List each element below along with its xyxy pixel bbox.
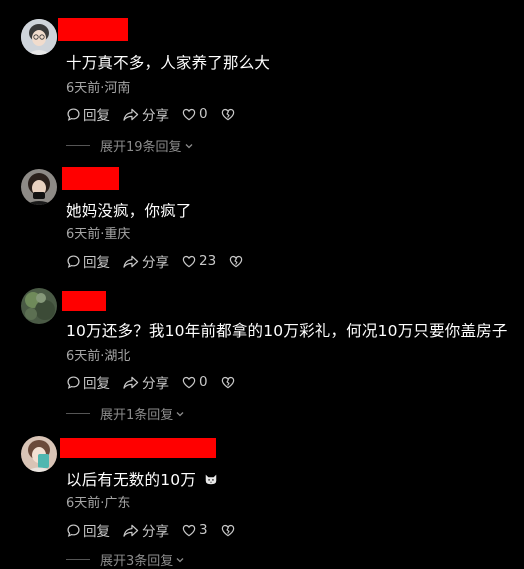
heart-icon	[182, 376, 196, 388]
share-label: 分享	[142, 376, 169, 392]
avatar[interactable]	[21, 288, 57, 324]
share-button[interactable]: 分享	[122, 372, 169, 392]
share-button[interactable]: 分享	[122, 104, 169, 124]
share-arrow-icon	[123, 108, 139, 121]
expand-replies-button[interactable]: 展开1条回复	[66, 404, 185, 423]
comment-actions: 回复 分享 3	[66, 520, 250, 540]
reply-label: 回复	[83, 524, 110, 540]
chevron-down-icon	[176, 411, 184, 416]
broken-heart-icon	[221, 376, 234, 388]
comment-bubble-icon	[67, 375, 80, 389]
divider-line	[66, 413, 90, 414]
like-count: 0	[199, 374, 208, 390]
share-arrow-icon	[123, 255, 139, 268]
cat-face-emoji-icon	[205, 474, 217, 485]
comment-meta: 6天前·河南	[66, 81, 131, 96]
comment-item: 她妈没疯，你疯了 6天前·重庆 回复 分享 23	[0, 160, 524, 280]
heart-icon	[182, 108, 196, 120]
divider-line	[66, 559, 90, 560]
redacted-username	[62, 291, 106, 311]
expand-replies-button[interactable]: 展开19条回复	[66, 136, 194, 155]
comment-text-content: 以后有无数的10万	[66, 471, 197, 489]
broken-heart-icon	[221, 108, 234, 120]
expand-replies-label: 展开3条回复	[100, 554, 174, 569]
share-button[interactable]: 分享	[122, 251, 169, 271]
comment-bubble-icon	[67, 254, 80, 268]
like-button[interactable]: 23	[181, 253, 216, 269]
comment-bubble-icon	[67, 523, 80, 537]
comment-actions: 回复 分享 0	[66, 104, 250, 124]
broken-heart-icon	[229, 255, 243, 267]
comment-bubble-icon	[67, 107, 80, 121]
reply-label: 回复	[83, 108, 110, 124]
share-label: 分享	[142, 108, 169, 124]
comment-text: 她妈没疯，你疯了	[66, 202, 192, 220]
reply-label: 回复	[83, 255, 110, 271]
expand-replies-label: 展开19条回复	[100, 140, 182, 155]
like-button[interactable]: 3	[181, 522, 208, 538]
comment-actions: 回复 分享 0	[66, 372, 250, 392]
like-count: 0	[199, 106, 208, 122]
reply-button[interactable]: 回复	[66, 104, 110, 124]
chevron-down-icon	[185, 143, 193, 148]
comment-item: 10万还多？我10年前都拿的10万彩礼，何况10万只要你盖房子 6天前·湖北 回…	[0, 280, 524, 430]
avatar[interactable]	[21, 19, 57, 55]
reply-button[interactable]: 回复	[66, 251, 110, 271]
like-button[interactable]: 0	[181, 106, 208, 122]
comment-item: 以后有无数的10万 6天前·广东 回复 分享 3 展开3条回复	[0, 430, 524, 569]
share-label: 分享	[142, 524, 169, 540]
reply-button[interactable]: 回复	[66, 372, 110, 392]
dislike-button[interactable]	[220, 107, 238, 122]
chevron-down-icon	[176, 557, 184, 562]
like-count: 3	[199, 522, 208, 538]
share-button[interactable]: 分享	[122, 520, 169, 540]
comment-text: 10万还多？我10年前都拿的10万彩礼，何况10万只要你盖房子	[66, 322, 508, 340]
reply-label: 回复	[83, 376, 110, 392]
share-label: 分享	[142, 255, 169, 271]
redacted-username	[58, 18, 128, 41]
heart-icon	[182, 524, 196, 536]
like-button[interactable]: 0	[181, 374, 208, 390]
broken-heart-icon	[221, 524, 234, 536]
share-arrow-icon	[123, 524, 139, 537]
redacted-username	[60, 438, 216, 458]
like-count: 23	[199, 253, 217, 269]
reply-button[interactable]: 回复	[66, 520, 110, 540]
share-arrow-icon	[123, 376, 139, 389]
expand-replies-label: 展开1条回复	[100, 408, 174, 423]
redacted-username	[62, 167, 119, 190]
comment-text: 以后有无数的10万	[66, 468, 218, 490]
comment-text: 十万真不多，人家养了那么大	[66, 54, 271, 72]
heart-icon	[182, 255, 196, 267]
comment-item: 十万真不多，人家养了那么大 6天前·河南 回复 分享 0 展开19条回复	[0, 0, 524, 160]
avatar[interactable]	[21, 169, 57, 205]
comment-meta: 6天前·重庆	[66, 227, 131, 242]
comment-actions: 回复 分享 23	[66, 251, 258, 271]
comment-meta: 6天前·广东	[66, 496, 131, 511]
comment-meta: 6天前·湖北	[66, 349, 131, 364]
dislike-button[interactable]	[220, 523, 238, 538]
expand-replies-button[interactable]: 展开3条回复	[66, 550, 185, 569]
dislike-button[interactable]	[228, 254, 246, 269]
dislike-button[interactable]	[220, 375, 238, 390]
divider-line	[66, 145, 90, 146]
avatar[interactable]	[21, 436, 57, 472]
